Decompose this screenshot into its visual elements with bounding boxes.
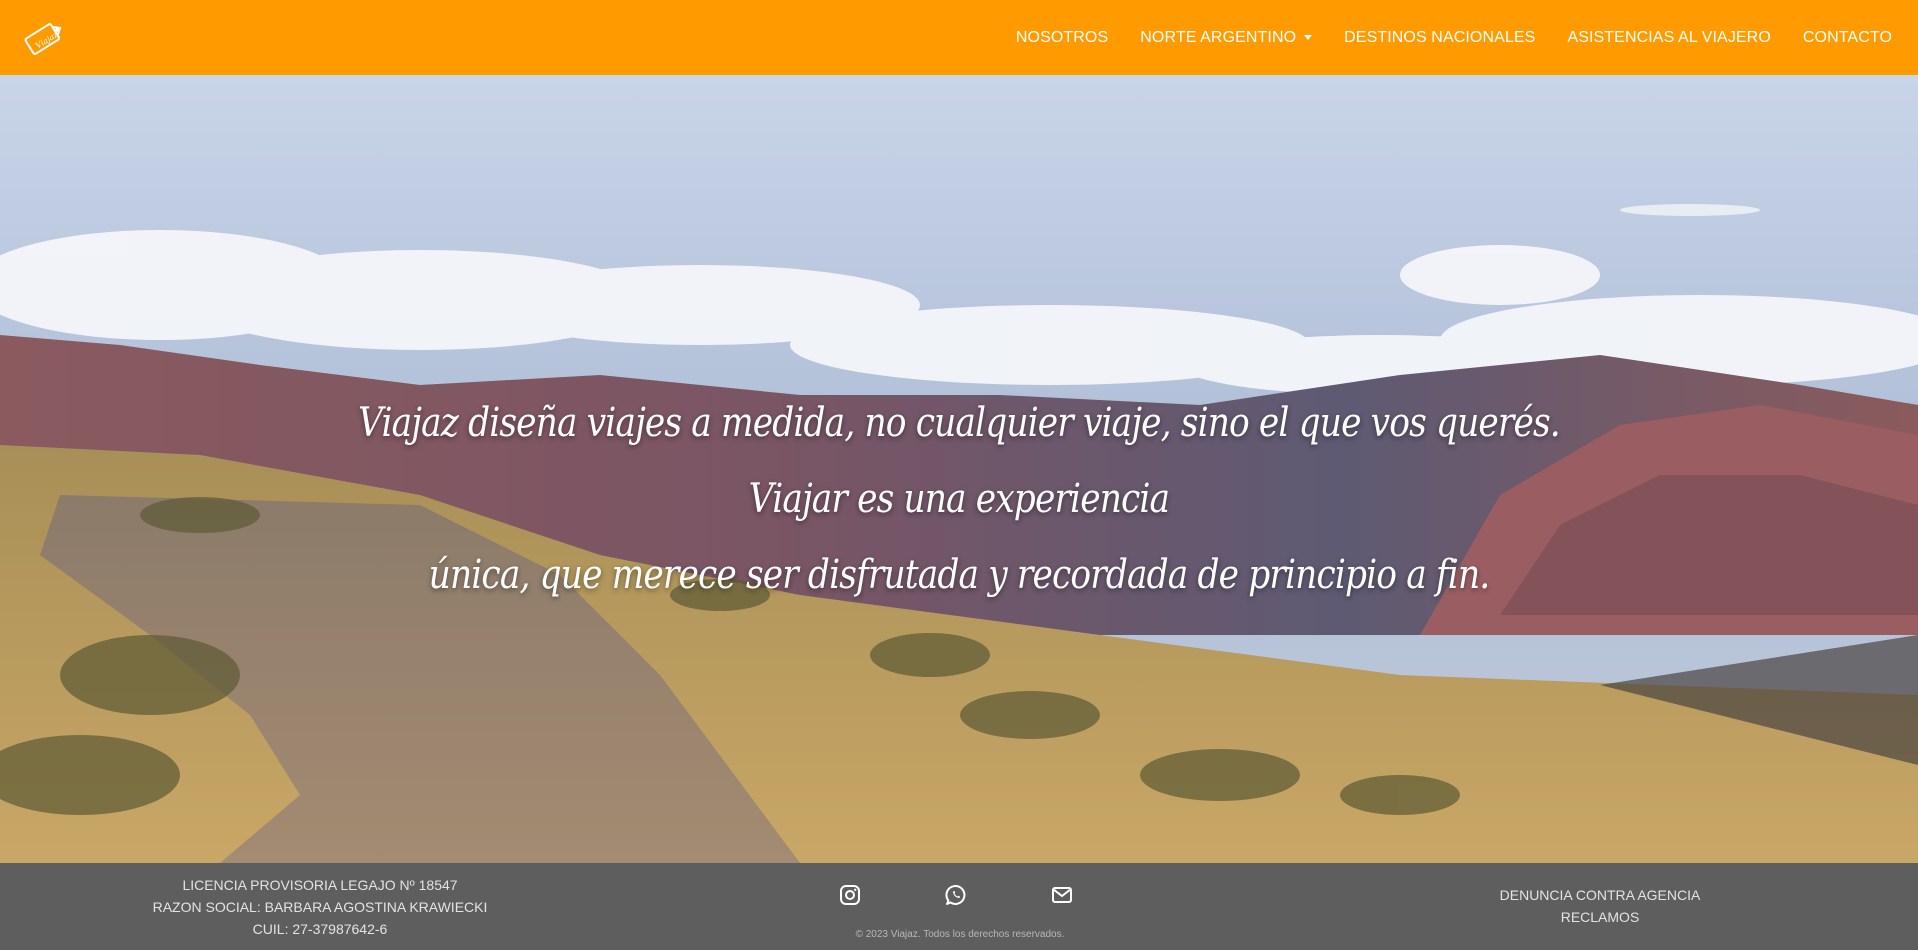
nav-destinos-nacionales-label: DESTINOS NACIONALES [1344, 28, 1536, 46]
footer: LICENCIA PROVISORIA LEGAJO Nº 18547 RAZO… [0, 863, 1918, 950]
envelope-icon [1052, 887, 1072, 903]
luggage-tag-logo-icon: Viajaz [24, 22, 62, 55]
nav-contacto[interactable]: CONTACTO [1803, 29, 1892, 47]
social-links [838, 883, 1074, 907]
whatsapp-link[interactable] [944, 883, 968, 907]
hero-tagline-line1: Viajaz diseña viajes a medida, no cualqu… [358, 400, 1561, 522]
instagram-link[interactable] [838, 883, 862, 907]
main-nav: NOSOTROS NORTE ARGENTINO DESTINOS NACION… [1016, 29, 1892, 47]
denuncia-contra-agencia-link[interactable]: DENUNCIA CONTRA AGENCIA [1440, 884, 1760, 906]
license-text: LICENCIA PROVISORIA LEGAJO Nº 18547 [182, 877, 458, 893]
hero-tagline-line2: única, que merece ser disfrutada y recor… [428, 552, 1491, 598]
nav-norte-argentino-label: NORTE ARGENTINO [1140, 28, 1297, 46]
razon-social-text: RAZON SOCIAL: BARBARA AGOSTINA KRAWIECKI [152, 899, 488, 915]
viajaz-logo[interactable]: Viajaz [18, 12, 70, 64]
cuil-text: CUIL: 27-37987642-6 [252, 921, 388, 937]
instagram-icon [840, 885, 860, 905]
hero-tagline: Viajaz diseña viajes a medida, no cualqu… [341, 385, 1578, 613]
nav-nosotros-label: NOSOTROS [1015, 28, 1109, 46]
caret-down-icon [1304, 35, 1313, 40]
email-link[interactable] [1050, 883, 1074, 907]
nav-asistencias-al-viajero[interactable]: ASISTENCIAS AL VIAJERO [1567, 29, 1770, 47]
nav-contacto-label: CONTACTO [1802, 28, 1892, 46]
nav-asistencias-label: ASISTENCIAS AL VIAJERO [1567, 28, 1771, 46]
hero-section: Viajaz diseña viajes a medida, no cualqu… [0, 75, 1918, 863]
copyright-text: © 2023 Viajaz. Todos los derechos reserv… [855, 929, 1065, 940]
footer-links: DENUNCIA CONTRA AGENCIA RECLAMOS [1440, 884, 1760, 928]
reclamos-link[interactable]: RECLAMOS [1440, 906, 1760, 928]
whatsapp-icon [945, 885, 966, 905]
nav-norte-argentino-dropdown[interactable]: NORTE ARGENTINO [1140, 28, 1313, 47]
nav-nosotros[interactable]: NOSOTROS [1016, 29, 1108, 47]
navbar: Viajaz NOSOTROS NORTE ARGENTINO DESTINOS… [0, 0, 1918, 75]
footer-legal-info: LICENCIA PROVISORIA LEGAJO Nº 18547 RAZO… [130, 874, 510, 940]
nav-destinos-nacionales[interactable]: DESTINOS NACIONALES [1344, 29, 1535, 47]
